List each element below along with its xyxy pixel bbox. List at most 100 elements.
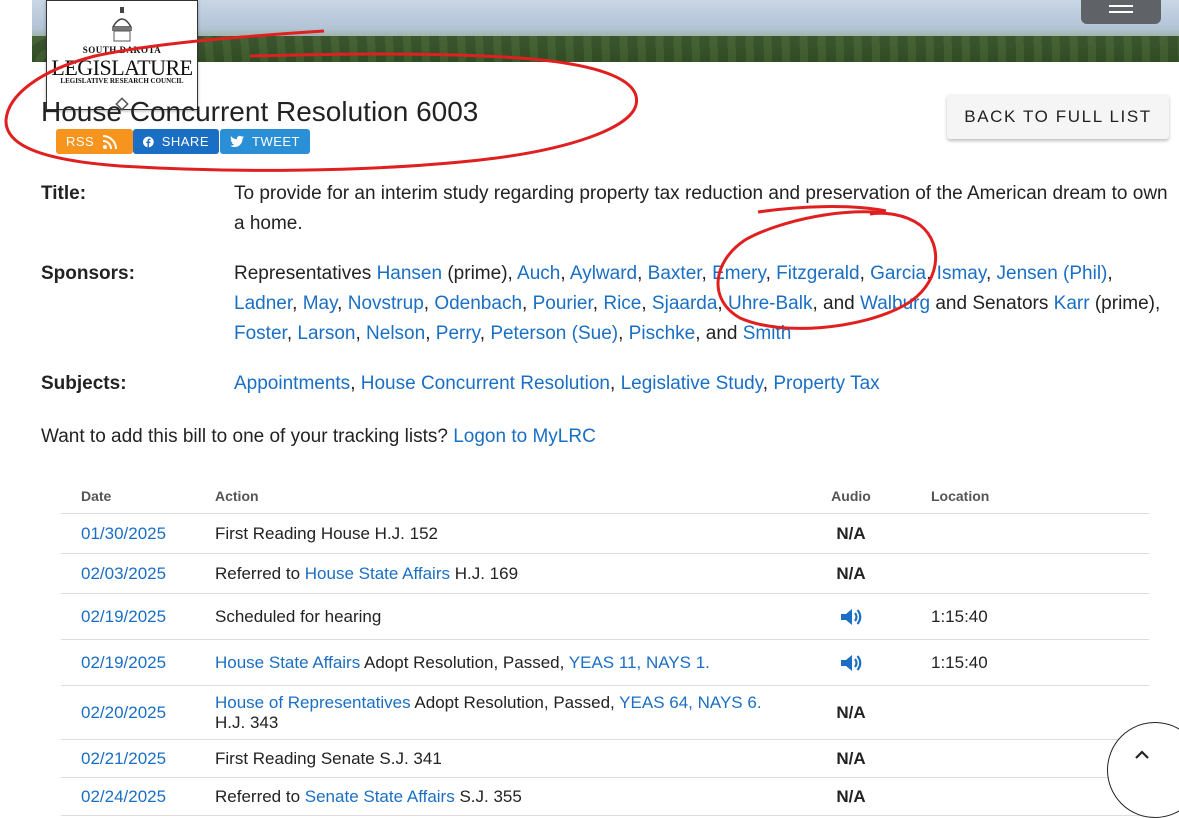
rss-button[interactable]: RSS — [56, 129, 133, 154]
date-link[interactable]: 02/21/2025 — [81, 749, 166, 768]
committee-link[interactable]: Senate State Affairs — [305, 787, 455, 806]
sponsor-link[interactable]: Hansen — [377, 263, 443, 284]
logo-line1: South Dakota — [82, 45, 162, 55]
date-cell: 02/21/2025 — [61, 739, 195, 778]
menu-button[interactable] — [1081, 0, 1161, 24]
sponsor-link[interactable]: May — [303, 293, 337, 314]
action-cell: Referred to House State Affairs H.J. 169 — [195, 553, 805, 594]
sponsors-list: Representatives Hansen (prime), Auch, Ay… — [234, 263, 1161, 344]
back-to-full-list-button[interactable]: BACK TO FULL LIST — [947, 94, 1169, 139]
committee-link[interactable]: House of Representatives — [215, 693, 411, 712]
sponsor-link[interactable]: Garcia — [870, 263, 926, 284]
facebook-icon — [143, 136, 154, 147]
date-link[interactable]: 01/30/2025 — [81, 524, 166, 543]
logo-line3: Legislative Research Council — [60, 77, 184, 85]
twitter-share-button[interactable]: TWEET — [220, 129, 310, 154]
sponsor-link[interactable]: Foster — [234, 323, 287, 344]
sponsor-link[interactable]: Perry — [436, 323, 480, 344]
site-logo[interactable]: South Dakota Legislature Legislative Res… — [46, 0, 198, 111]
audio-cell — [805, 639, 897, 686]
action-text: H.J. 169 — [449, 563, 519, 583]
header-action[interactable]: Action — [195, 478, 805, 514]
sponsors-label: Sponsors: — [41, 263, 135, 284]
sponsor-link[interactable]: Nelson — [366, 323, 425, 344]
facebook-share-label: SHARE — [161, 134, 209, 149]
action-text: Scheduled for hearing — [215, 606, 382, 626]
sponsor-link[interactable]: Jensen (Phil) — [997, 263, 1108, 284]
sponsor-link[interactable]: Baxter — [648, 263, 702, 284]
capitol-dome-icon — [111, 7, 133, 42]
location-cell: 1:15:40 — [897, 639, 1149, 686]
action-text: Referred to — [215, 563, 305, 583]
sponsor-link[interactable]: Uhre-Balk — [728, 293, 812, 314]
actions-table: Date Action Audio Location 01/30/2025 Fir… — [61, 478, 1149, 816]
sponsor-link[interactable]: Larson — [297, 323, 355, 344]
date-cell: 01/30/2025 — [61, 513, 195, 554]
sponsor-link[interactable]: Fitzgerald — [776, 263, 859, 284]
header-date[interactable]: Date — [61, 478, 195, 514]
location-text: 1:15:40 — [931, 606, 988, 626]
sponsor-link[interactable]: Pourier — [533, 293, 593, 314]
subject-link[interactable]: Property Tax — [773, 373, 879, 394]
logon-mylrc-link[interactable]: Logon to MyLRC — [453, 426, 596, 447]
sponsor-link[interactable]: Auch — [517, 263, 560, 284]
date-link[interactable]: 02/20/2025 — [81, 703, 166, 722]
hamburger-icon — [1109, 11, 1133, 13]
action-text: Adopt Resolution, Passed, — [410, 692, 620, 712]
date-link[interactable]: 02/19/2025 — [81, 607, 166, 626]
date-link[interactable]: 02/24/2025 — [81, 787, 166, 806]
sponsor-link[interactable]: Pischke — [629, 323, 696, 344]
table-row: 01/30/2025 First Reading House H.J. 152 N/… — [61, 513, 1149, 554]
action-text: Adopt Resolution, Passed, — [360, 652, 569, 672]
sponsor-link[interactable]: Emery — [712, 263, 765, 284]
sponsor-link[interactable]: Aylward — [570, 263, 637, 284]
subject-link[interactable]: Legislative Study — [621, 373, 763, 394]
action-cell: House of Representatives Adopt Resolutio… — [195, 685, 805, 740]
page-title: House Concurrent Resolution 6003 — [41, 96, 479, 127]
action-cell: House State Affairs Adopt Resolution, Pa… — [195, 639, 805, 686]
action-cell: First Reading House H.J. 152 — [195, 513, 805, 554]
sponsor-link[interactable]: Rice — [603, 293, 641, 314]
location-cell — [897, 513, 1149, 554]
title-value: To provide for an interim study regardin… — [234, 183, 1168, 234]
sponsor-link[interactable]: Novstrup — [348, 293, 424, 314]
committee-link[interactable]: House State Affairs — [215, 653, 360, 672]
sponsor-link[interactable]: Karr — [1054, 293, 1090, 314]
sponsor-link[interactable]: Smith — [743, 323, 792, 344]
audio-na: N/A — [836, 786, 866, 806]
sponsor-link[interactable]: Sjaarda — [652, 293, 718, 314]
banner-treeline — [32, 36, 1179, 62]
subject-link[interactable]: House Concurrent Resolution — [361, 373, 610, 394]
vote-link[interactable]: YEAS 11, NAYS 1. — [569, 653, 710, 672]
header-banner — [32, 0, 1179, 62]
audio-cell — [805, 593, 897, 640]
committee-link[interactable]: House State Affairs — [305, 564, 450, 583]
and-senators-text: and Senators — [930, 293, 1054, 314]
facebook-share-button[interactable]: SHARE — [133, 129, 219, 154]
vote-link[interactable]: YEAS 64, NAYS 6. — [619, 693, 761, 712]
audio-cell: N/A — [805, 739, 897, 778]
title-label: Title: — [41, 183, 87, 204]
speaker-icon[interactable] — [839, 652, 863, 674]
action-cell: Scheduled for hearing — [195, 593, 805, 640]
audio-na: N/A — [836, 563, 866, 583]
subject-link[interactable]: Appointments — [234, 373, 350, 394]
date-link[interactable]: 02/19/2025 — [81, 653, 166, 672]
table-row: 02/19/2025 House State Affairs Adopt Reso… — [61, 639, 1149, 686]
date-link[interactable]: 02/03/2025 — [81, 564, 166, 583]
sponsor-link[interactable]: Peterson (Sue) — [490, 323, 618, 344]
sponsor-link[interactable]: Ladner — [234, 293, 292, 314]
sponsor-link[interactable]: Walburg — [860, 293, 930, 314]
share-buttons: RSS SHARE TWEET — [56, 129, 310, 154]
speaker-icon[interactable] — [839, 606, 863, 628]
header-audio[interactable]: Audio — [805, 478, 897, 514]
prime-marker: (prime) — [1089, 293, 1156, 314]
rss-icon — [103, 134, 118, 149]
location-cell — [897, 553, 1149, 594]
location-cell — [897, 685, 1149, 740]
table-row: 02/19/2025 Scheduled for hearing 1:15:40 — [61, 593, 1149, 640]
sponsor-link[interactable]: Ismay — [937, 263, 986, 284]
header-location[interactable]: Location — [897, 478, 1149, 514]
date-cell: 02/19/2025 — [61, 593, 195, 640]
sponsor-link[interactable]: Odenbach — [434, 293, 522, 314]
